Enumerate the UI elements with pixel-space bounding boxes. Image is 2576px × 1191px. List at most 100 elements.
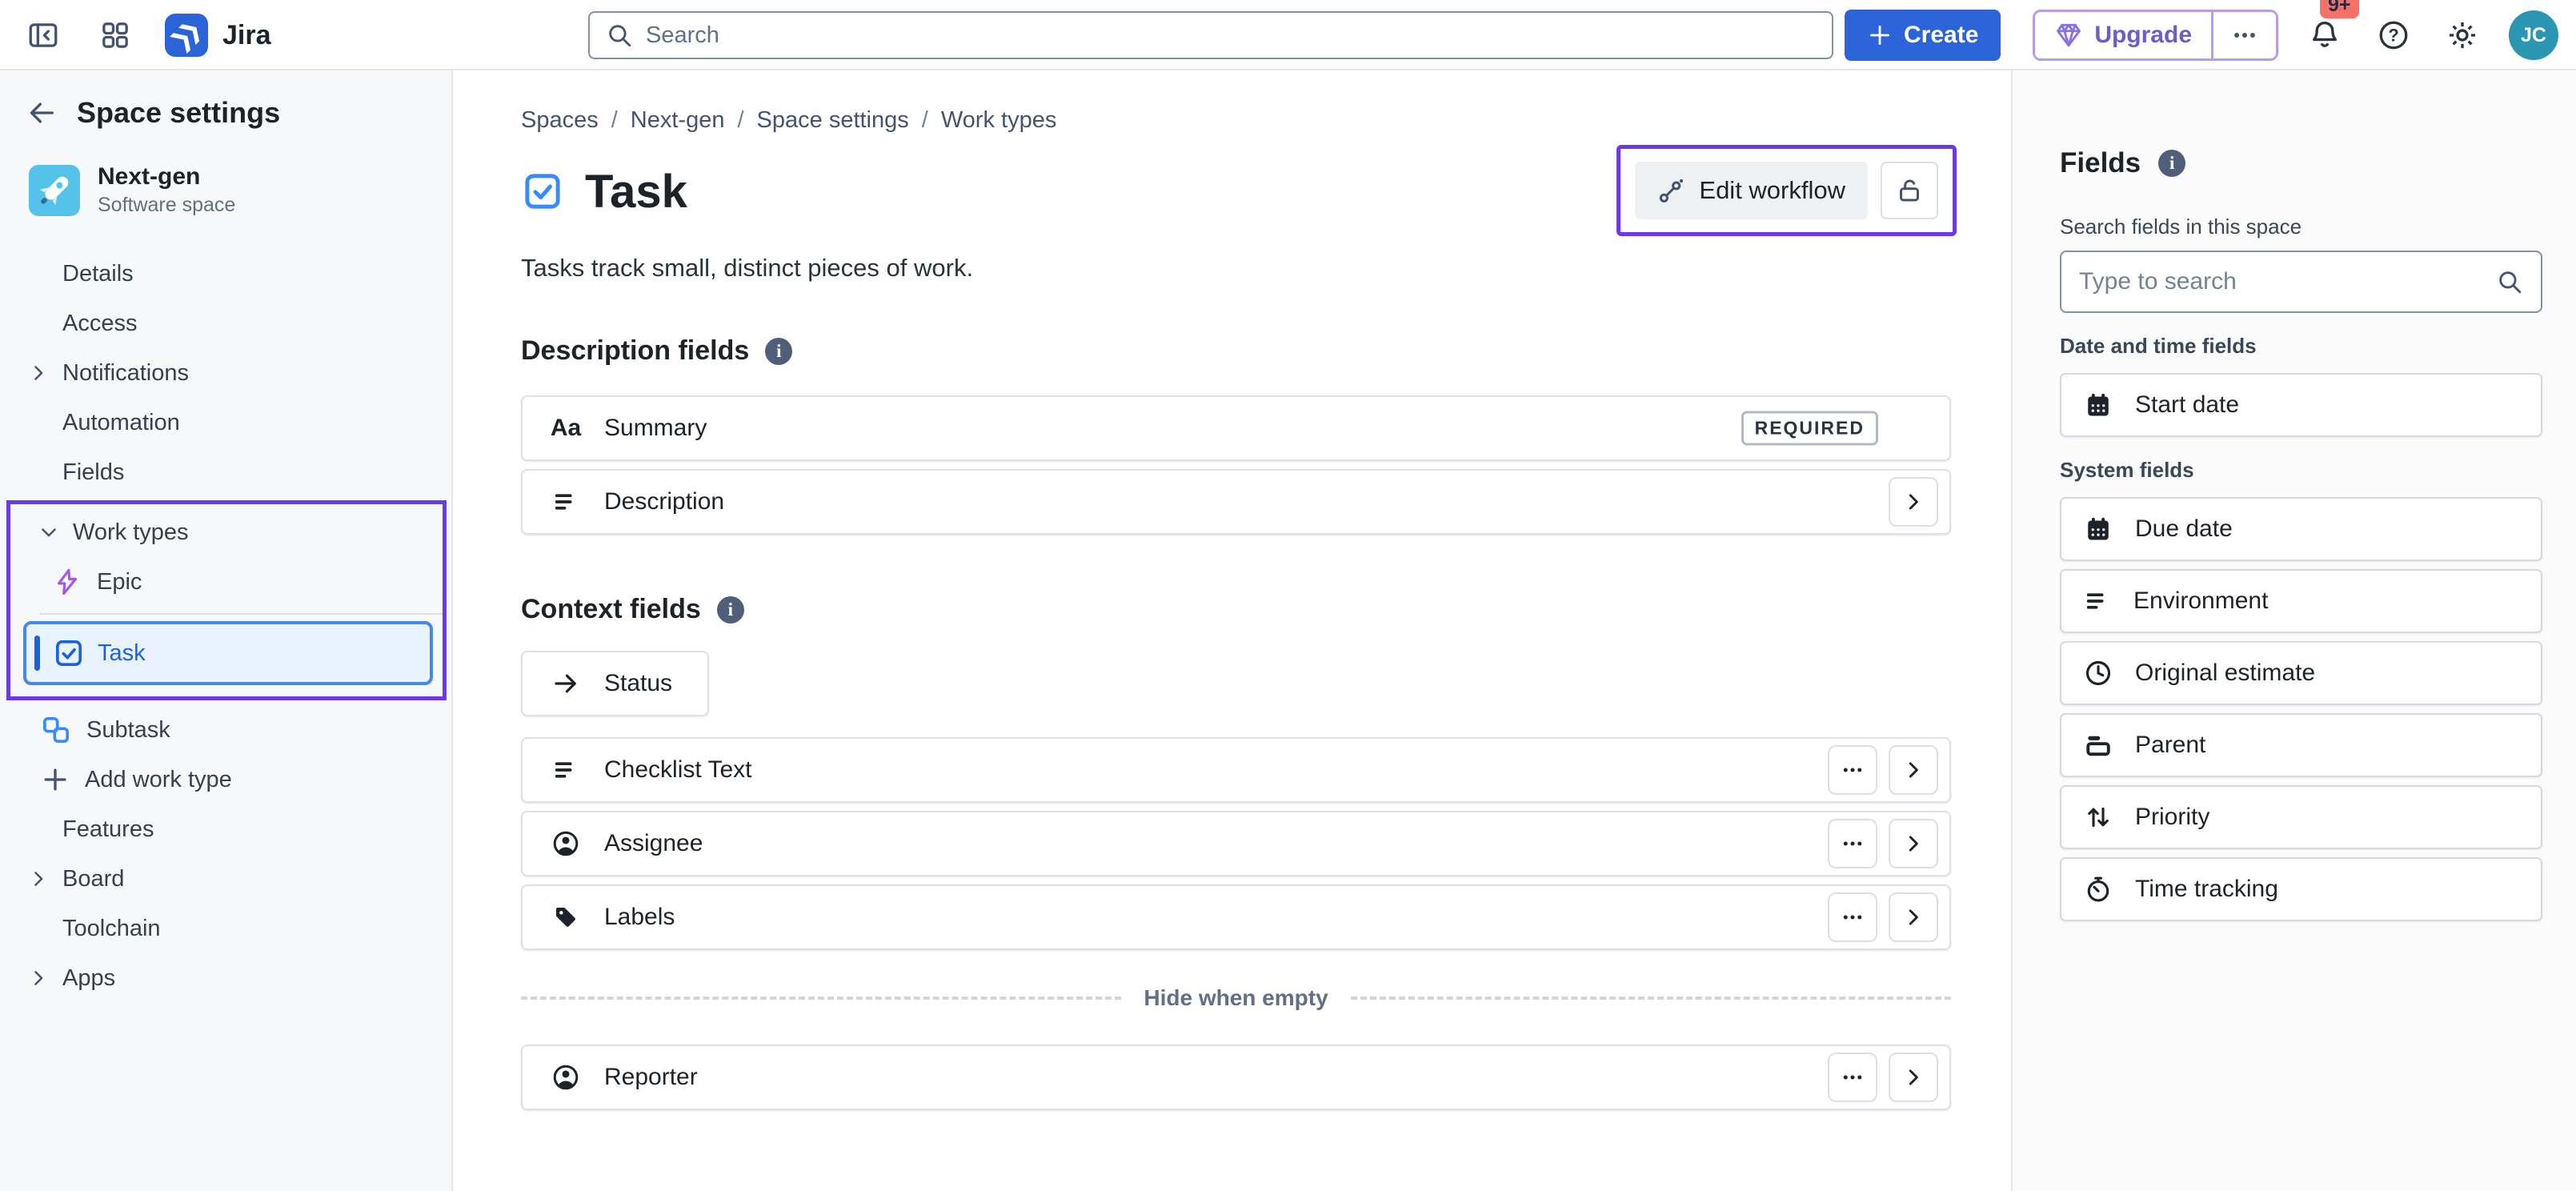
help-button[interactable]: ? [2371,13,2416,58]
unlock-workflow-button[interactable] [1881,162,1938,219]
info-icon[interactable]: i [717,596,744,624]
create-button[interactable]: Create [1845,10,2001,61]
app-grid-icon [99,19,131,51]
sidebar-item-details[interactable]: Details [0,249,451,299]
row-more-button[interactable] [1828,1053,1877,1102]
sidebar-item-features[interactable]: Features [0,804,451,854]
clock-icon [2084,659,2113,688]
chevron-right-icon [1901,758,1925,782]
breadcrumb-space-settings[interactable]: Space settings [757,107,909,134]
jira-home-link[interactable]: ❯ ❯ Jira [165,14,271,57]
row-open-button[interactable] [1889,745,1938,795]
sidebar-nav: Details Access Notifications Automation … [0,249,451,1003]
row-more-button[interactable] [1828,819,1877,868]
task-checkbox-icon [521,170,564,213]
chevron-right-icon [1901,1065,1925,1089]
settings-button[interactable] [2440,13,2485,58]
field-row-description[interactable]: Description [521,469,1951,535]
row-more-button[interactable] [1828,892,1877,942]
sidebar-item-task-selected[interactable]: Task [23,621,433,685]
field-row-checklist-text[interactable]: Checklist Text [521,737,1951,803]
field-row-summary[interactable]: Aa Summary REQUIRED [521,395,1951,461]
field-row-reporter[interactable]: Reporter [521,1045,1951,1110]
task-checkbox-icon [53,637,85,669]
hide-when-empty-divider: Hide when empty [521,985,1951,1011]
ellipsis-icon [1841,758,1865,782]
fields-search-input[interactable] [2079,268,2496,295]
upgrade-more-options-button[interactable] [2213,12,2276,58]
info-icon[interactable]: i [2158,150,2185,177]
row-open-button[interactable] [1889,892,1938,942]
jira-app-window: ❯ ❯ Jira Create [0,0,2576,1191]
field-row-assignee[interactable]: Assignee [521,811,1951,876]
description-fields-heading: Description fields i [521,335,1951,367]
app-switcher-button[interactable] [93,13,138,58]
notifications-button[interactable]: 9+ [2302,13,2347,58]
space-summary-text: Next-gen Software space [98,163,235,217]
sidebar-item-board[interactable]: Board [0,854,451,904]
drag-indicator [34,636,40,671]
available-field-original-estimate[interactable]: Original estimate [2060,641,2542,705]
chevron-right-icon [27,868,50,890]
chevron-right-icon [1901,832,1925,856]
sidebar-item-subtask[interactable]: Subtask [0,705,451,755]
sidebar-item-epic[interactable]: Epic [10,557,443,607]
jira-app-name: Jira [222,20,271,51]
person-icon [550,1063,582,1092]
global-search[interactable] [588,11,1833,59]
sidebar-item-work-types[interactable]: Work types [10,507,443,557]
available-field-priority[interactable]: Priority [2060,785,2542,849]
fields-search[interactable] [2060,251,2542,313]
back-arrow-icon[interactable] [26,97,58,129]
chevron-right-icon [27,967,50,989]
gem-icon [2054,21,2083,50]
row-open-button[interactable] [1889,819,1938,868]
sidebar-item-apps[interactable]: Apps [0,953,451,1003]
available-field-due-date[interactable]: Due date [2060,497,2542,561]
row-open-button[interactable] [1889,477,1938,527]
row-open-button[interactable] [1889,1053,1938,1102]
chevron-right-icon [1901,905,1925,929]
space-name: Next-gen [98,163,235,190]
space-avatar-rocket-icon [29,165,80,216]
collapse-sidebar-button[interactable] [21,13,66,58]
priority-arrows-icon [2084,803,2113,832]
short-text-icon: Aa [550,415,582,442]
svg-text:?: ? [2388,26,2398,46]
page-title: Task [585,165,687,219]
available-field-time-tracking[interactable]: Time tracking [2060,857,2542,921]
chevron-right-icon [27,362,50,384]
edit-workflow-button[interactable]: Edit workflow [1635,162,1868,219]
upgrade-button[interactable]: Upgrade [2035,12,2211,58]
edit-workflow-annotation-box: Edit workflow [1617,145,1957,236]
work-types-annotation-box: Work types Epic Task [6,500,447,700]
sidebar-header: Space settings [26,96,451,130]
fields-panel-heading: Fields i [2060,147,2542,179]
fields-panel: Fields i Search fields in this space Dat… [2011,70,2576,1191]
sidebar-item-access[interactable]: Access [0,299,451,348]
topbar-left-cluster: ❯ ❯ Jira [21,0,271,70]
sidebar-item-fields[interactable]: Fields [0,447,451,497]
sidebar-item-notifications[interactable]: Notifications [0,348,451,398]
sidebar-item-toolchain[interactable]: Toolchain [0,904,451,953]
plus-icon [1867,22,1893,48]
info-icon[interactable]: i [765,338,792,365]
row-more-button[interactable] [1828,745,1877,795]
user-avatar[interactable]: JC [2509,10,2558,60]
sidebar-item-add-work-type[interactable]: Add work type [0,755,451,804]
chevron-down-icon [38,521,60,543]
field-row-labels[interactable]: Labels [521,884,1951,950]
search-icon [2496,268,2523,295]
breadcrumb-next-gen[interactable]: Next-gen [631,107,725,134]
search-icon [606,22,633,49]
global-search-input[interactable] [646,22,1816,49]
stopwatch-icon [2084,875,2113,904]
breadcrumb-work-types[interactable]: Work types [941,107,1057,134]
available-field-environment[interactable]: Environment [2060,569,2542,633]
breadcrumb-spaces[interactable]: Spaces [521,107,599,134]
sidebar-item-automation[interactable]: Automation [0,398,451,447]
available-field-start-date[interactable]: Start date [2060,373,2542,437]
available-field-parent[interactable]: Parent [2060,713,2542,777]
field-chip-status[interactable]: Status [521,651,709,716]
ellipsis-icon [1841,905,1865,929]
